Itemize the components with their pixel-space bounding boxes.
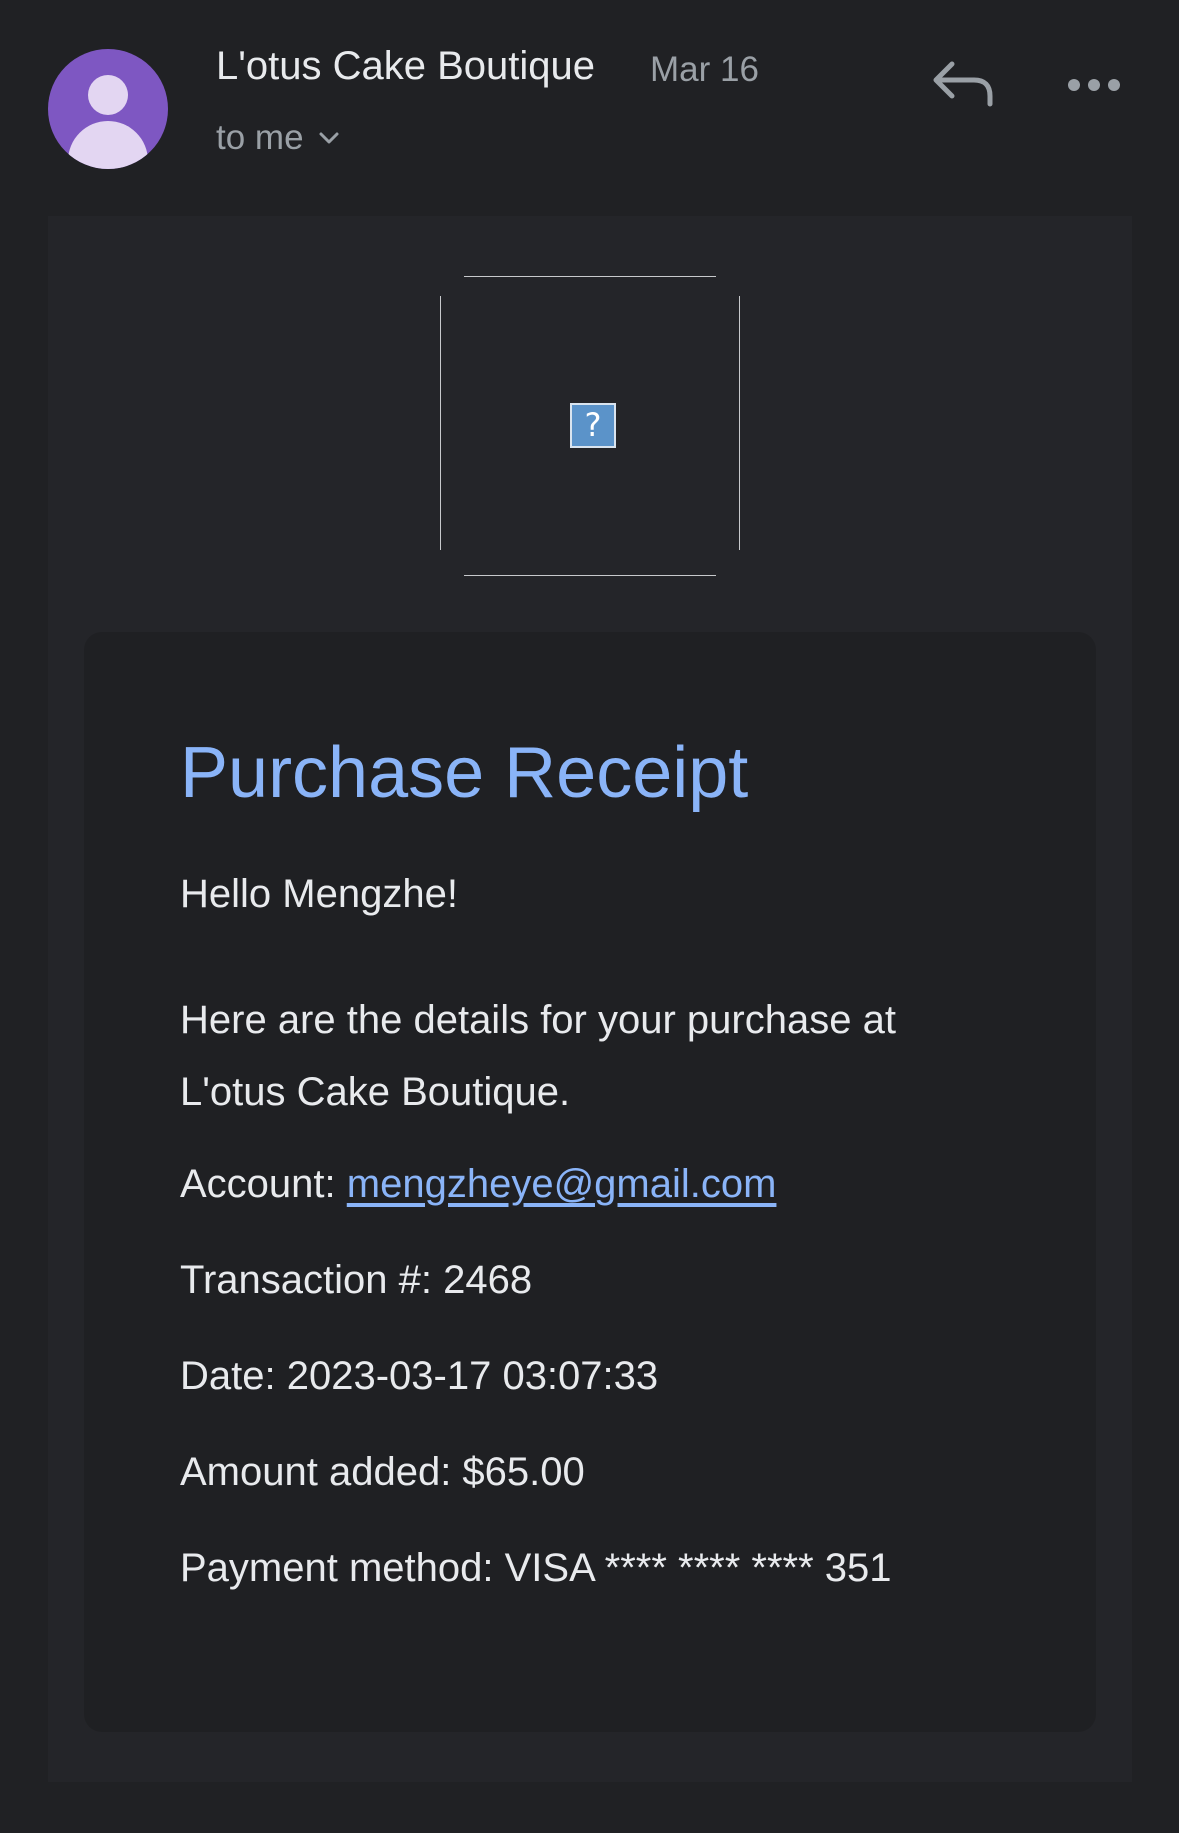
amount-value: $65.00 — [462, 1450, 585, 1494]
avatar-person-head — [88, 75, 128, 115]
recipient-details-toggle[interactable]: to me — [216, 118, 340, 158]
payment-value: VISA **** **** **** 351 — [504, 1546, 892, 1590]
transaction-line: Transaction #: 2468 — [180, 1258, 532, 1303]
account-line: Account: mengzheye@gmail.com — [180, 1162, 776, 1207]
sender-name[interactable]: L'otus Cake Boutique — [216, 44, 595, 89]
receipt-card: Purchase Receipt Hello Mengzhe! Here are… — [84, 632, 1096, 1732]
more-options-button[interactable] — [1064, 60, 1124, 110]
account-email-link[interactable]: mengzheye@gmail.com — [347, 1162, 777, 1206]
greeting-text: Hello Mengzhe! — [180, 872, 458, 916]
sender-avatar[interactable] — [48, 49, 168, 169]
transaction-label: Transaction #: — [180, 1258, 444, 1302]
payment-line: Payment method: VISA **** **** **** 351 — [180, 1546, 892, 1591]
reply-button[interactable] — [930, 56, 998, 112]
date-line: Date: 2023-03-17 03:07:33 — [180, 1354, 658, 1399]
recipient-label: to me — [216, 118, 304, 157]
email-body: ? Purchase Receipt Hello Mengzhe! Here a… — [48, 216, 1132, 1782]
chevron-down-icon — [318, 131, 340, 145]
payment-label: Payment method: — [180, 1546, 505, 1590]
receipt-title: Purchase Receipt — [180, 733, 749, 813]
reply-icon — [930, 61, 998, 116]
intro-text: Here are the details for your purchase a… — [180, 998, 896, 1114]
broken-image-placeholder: ? — [440, 276, 740, 576]
amount-label: Amount added: — [180, 1450, 463, 1494]
email-date: Mar 16 — [650, 50, 759, 89]
account-label: Account: — [180, 1162, 347, 1206]
avatar-person-body — [68, 121, 148, 169]
transaction-value: 2468 — [443, 1258, 533, 1302]
broken-image-icon: ? — [570, 403, 616, 448]
date-value: 2023-03-17 03:07:33 — [286, 1354, 659, 1398]
amount-line: Amount added: $65.00 — [180, 1450, 585, 1495]
date-label: Date: — [180, 1354, 287, 1398]
more-horizontal-icon — [1064, 79, 1124, 114]
